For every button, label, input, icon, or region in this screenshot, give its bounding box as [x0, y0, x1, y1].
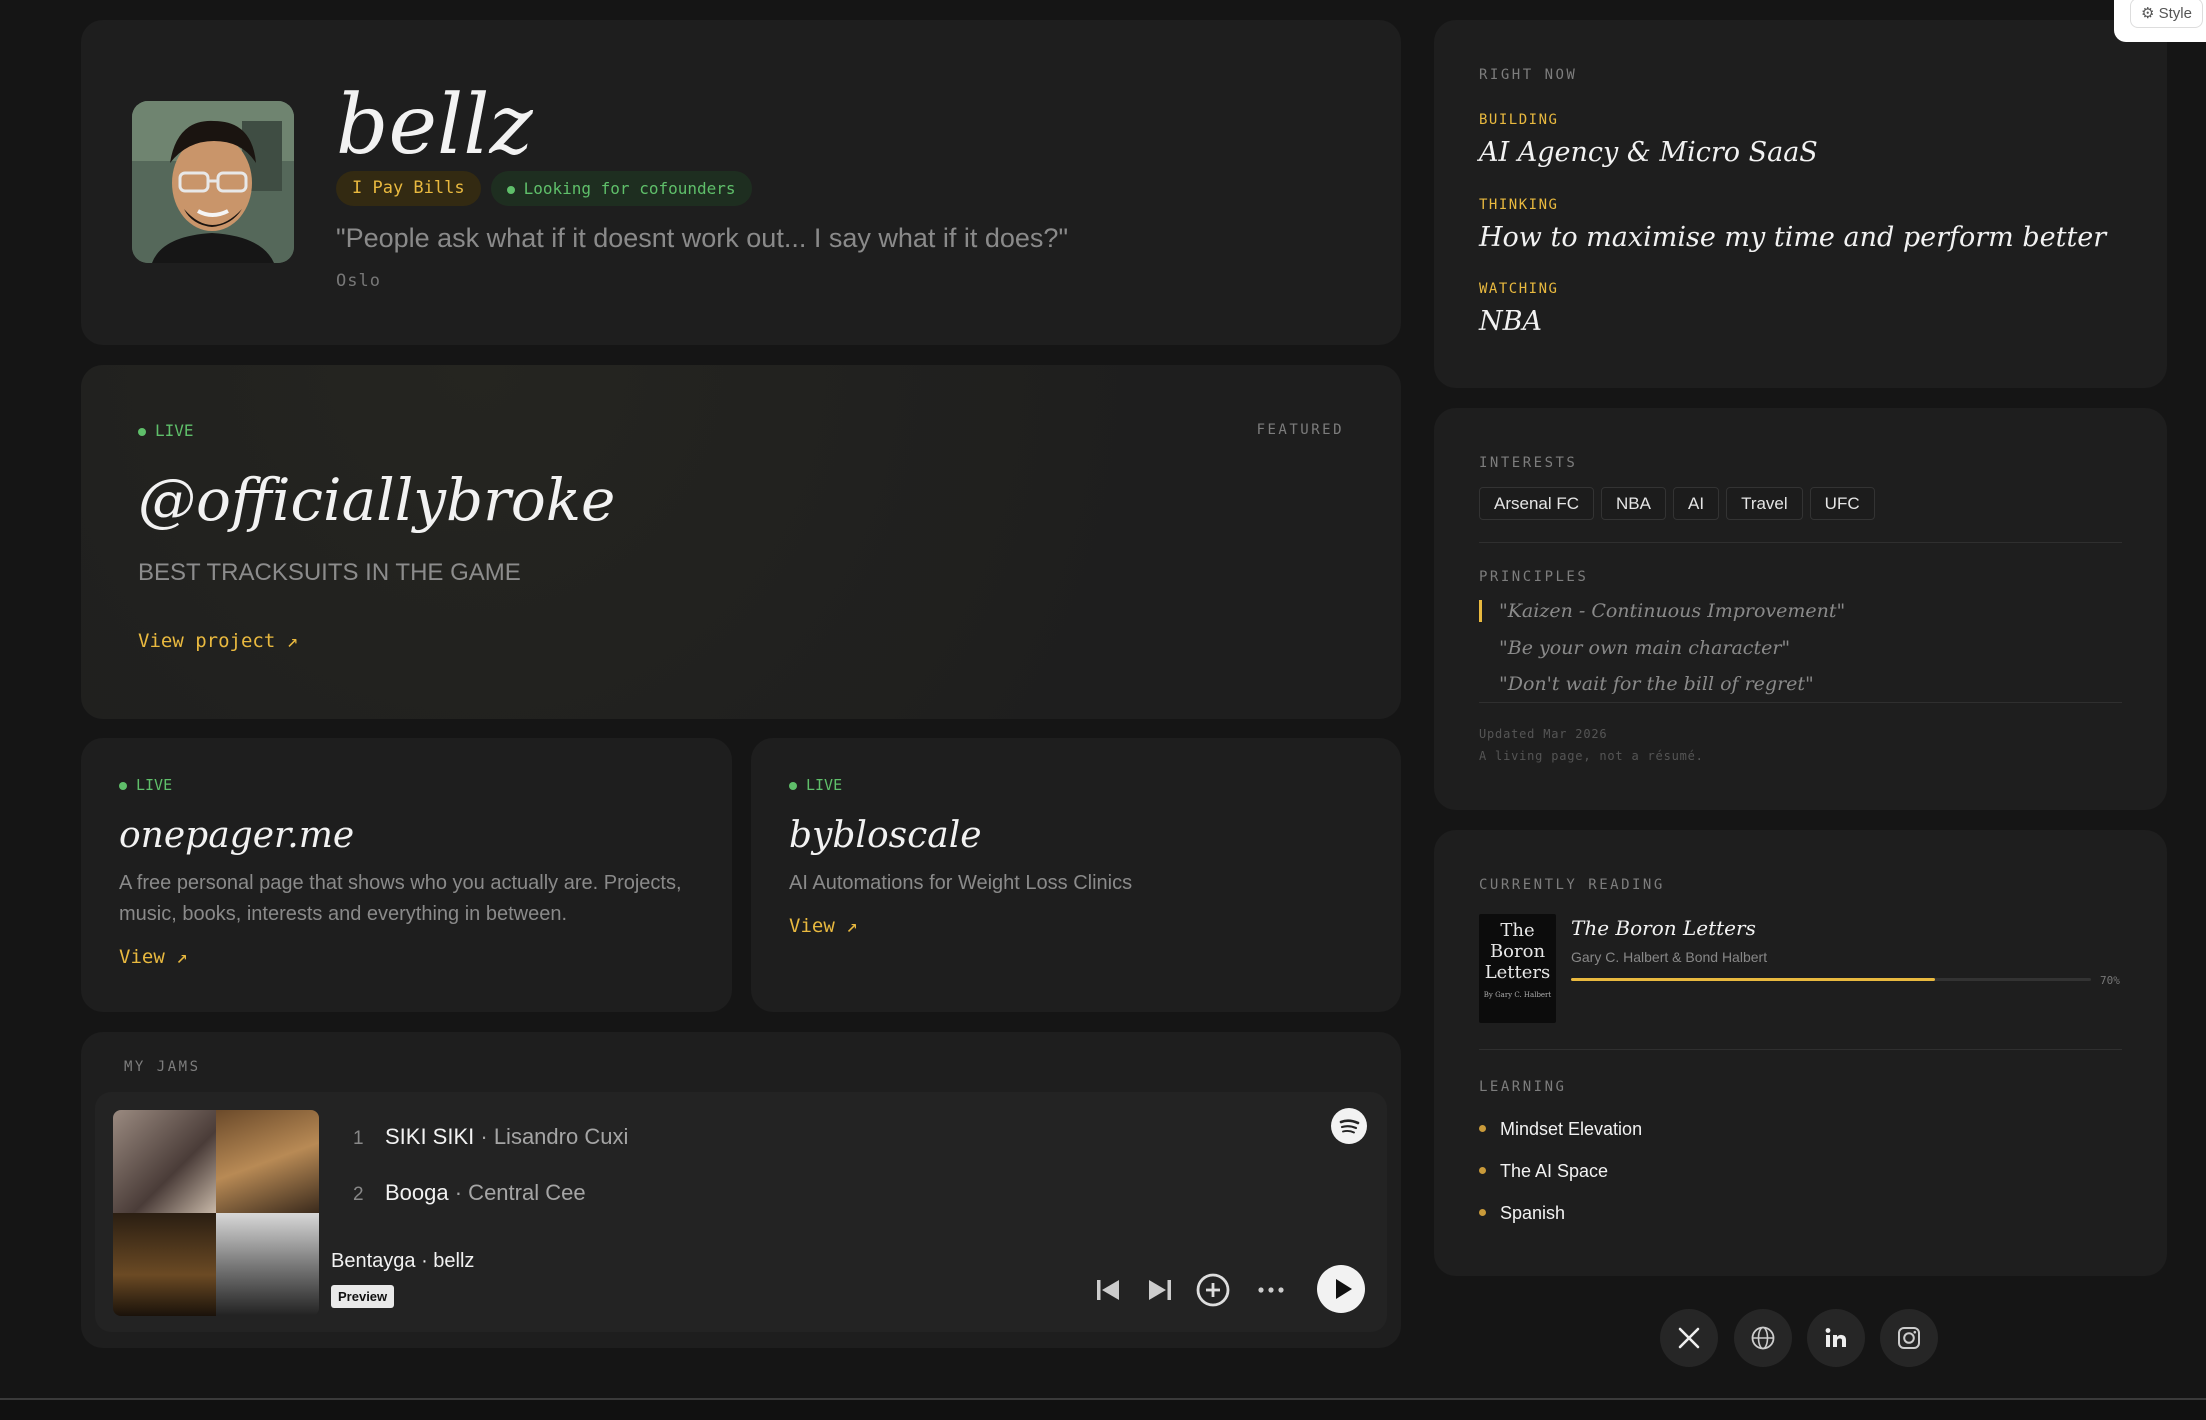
now-playing: Bentayga · bellz: [331, 1250, 475, 1272]
live-label: LIVE: [136, 776, 173, 794]
style-button-container: ⚙ Style: [2114, 0, 2206, 42]
view-project-link[interactable]: View project ↗: [138, 630, 298, 652]
learning-item: The AI Space: [1479, 1161, 1608, 1182]
track-number: 2: [353, 1184, 364, 1205]
add-icon[interactable]: [1195, 1272, 1231, 1313]
featured-label: FEATURED: [1256, 422, 1344, 438]
track-title: Booga: [385, 1180, 449, 1205]
live-label: LIVE: [155, 421, 194, 440]
learning-item: Mindset Elevation: [1479, 1119, 1642, 1140]
featured-project-card: LIVE FEATURED @officiallybroke BEST TRAC…: [81, 365, 1401, 719]
building-value: AI Agency & Micro SaaS: [1479, 137, 1818, 168]
divider: [1479, 1049, 2122, 1050]
project-description: AI Automations for Weight Loss Clinics: [789, 872, 1133, 894]
play-icon[interactable]: [1317, 1265, 1365, 1313]
track-row[interactable]: 1 SIKI SIKI · Lisandro Cuxi: [353, 1124, 628, 1150]
live-status: LIVE: [119, 776, 172, 794]
pay-bills-badge: I Pay Bills: [336, 171, 481, 206]
reading-progress-label: 70%: [2100, 974, 2120, 987]
book-title: The Boron Letters: [1571, 916, 1756, 940]
interests-label: INTERESTS: [1479, 455, 1578, 471]
interest-chip: AI: [1673, 487, 1720, 520]
interest-chip: Arsenal FC: [1479, 487, 1595, 520]
interest-chips: Arsenal FC NBA AI Travel UFC: [1479, 487, 1875, 520]
live-status: LIVE: [789, 776, 842, 794]
right-now-card: RIGHT NOW BUILDING AI Agency & Micro Saa…: [1434, 20, 2167, 388]
watching-value: NBA: [1479, 306, 1542, 337]
project-title: bybloscale: [789, 815, 982, 856]
live-label: LIVE: [806, 776, 843, 794]
divider: [1479, 542, 2122, 543]
preview-badge: Preview: [331, 1285, 395, 1308]
track-artist: · Lisandro Cuxi: [474, 1124, 629, 1149]
interest-chip: NBA: [1601, 487, 1666, 520]
book-author: Gary C. Halbert & Bond Halbert: [1571, 949, 1768, 965]
project-title: onepager.me: [119, 815, 355, 856]
album-art[interactable]: [113, 1110, 319, 1316]
book-cover-author: By Gary C. Halbert: [1483, 991, 1552, 999]
watching-key: WATCHING: [1479, 281, 1559, 297]
spotify-icon[interactable]: [1331, 1108, 1367, 1144]
reading-progress-bar: [1571, 978, 2091, 981]
profile-name: bellz: [336, 78, 533, 173]
live-status: LIVE: [138, 421, 194, 440]
style-button[interactable]: ⚙ Style: [2130, 0, 2203, 28]
live-dot-icon: [138, 427, 146, 436]
track-artist: · Central Cee: [448, 1180, 586, 1205]
featured-tagline: BEST TRACKSUITS IN THE GAME: [138, 559, 521, 586]
learning-item: Spanish: [1479, 1203, 1565, 1224]
avatar: [132, 101, 294, 263]
cofounders-badge: Looking for cofounders: [490, 171, 752, 206]
interests-card: INTERESTS Arsenal FC NBA AI Travel UFC P…: [1434, 408, 2167, 810]
interest-chip: UFC: [1809, 487, 1875, 520]
interest-chip: Travel: [1726, 487, 1803, 520]
learning-label: LEARNING: [1479, 1079, 1567, 1095]
bottom-bar: [0, 1398, 2206, 1420]
instagram-icon[interactable]: [1880, 1309, 1938, 1367]
linkedin-icon[interactable]: [1807, 1309, 1865, 1367]
jams-label: MY JAMS: [124, 1059, 201, 1075]
x-icon[interactable]: [1660, 1309, 1718, 1367]
book-cover: The Boron Letters By Gary C. Halbert: [1479, 914, 1556, 1023]
reading-card: CURRENTLY READING The Boron Letters By G…: [1434, 830, 2167, 1276]
profile-card: bellz I Pay Bills Looking for cofounders…: [81, 20, 1401, 345]
more-icon[interactable]: [1253, 1272, 1289, 1313]
project-card-onepager: LIVE onepager.me A free personal page th…: [81, 738, 732, 1012]
principle-item: "Don't wait for the bill of regret": [1499, 673, 1814, 695]
updated-note: Updated Mar 2026: [1479, 727, 1608, 741]
view-link[interactable]: View ↗: [119, 946, 188, 968]
principles-label: PRINCIPLES: [1479, 569, 1589, 585]
spotify-player: 1 SIKI SIKI · Lisandro Cuxi 2 Booga · Cent…: [95, 1092, 1387, 1332]
skip-back-icon[interactable]: [1095, 1277, 1121, 1308]
my-jams-card: MY JAMS 1 SIKI SIKI · Lisandro Cuxi 2 Boog…: [81, 1032, 1401, 1348]
project-description: A free personal page that shows who you …: [119, 872, 682, 925]
principle-item: "Be your own main character": [1499, 637, 1791, 659]
right-now-label: RIGHT NOW: [1479, 67, 1578, 83]
book-cover-title: The Boron Letters: [1484, 920, 1551, 983]
view-link[interactable]: View ↗: [789, 915, 858, 937]
cofounders-label: Looking for cofounders: [523, 179, 736, 198]
principle-item: "Kaizen - Continuous Improvement": [1479, 600, 1845, 622]
live-dot-icon: [789, 781, 797, 790]
track-title: SIKI SIKI: [385, 1124, 475, 1149]
thinking-key: THINKING: [1479, 197, 1559, 213]
track-row[interactable]: 2 Booga · Central Cee: [353, 1180, 586, 1206]
profile-quote: "People ask what if it doesnt work out..…: [336, 223, 1069, 253]
building-key: BUILDING: [1479, 112, 1559, 128]
live-dot-icon: [119, 781, 127, 790]
skip-forward-icon[interactable]: [1147, 1277, 1173, 1308]
project-card-bybloscale: LIVE bybloscale AI Automations for Weigh…: [751, 738, 1401, 1012]
featured-title: @officiallybroke: [138, 466, 616, 534]
status-dot-icon: [506, 185, 515, 194]
living-page-note: A living page, not a résumé.: [1479, 749, 1704, 763]
reading-progress-fill: [1571, 978, 1935, 981]
profile-location: Oslo: [336, 271, 381, 291]
track-number: 1: [353, 1128, 364, 1149]
globe-icon[interactable]: [1734, 1309, 1792, 1367]
divider: [1479, 702, 2122, 703]
currently-reading-label: CURRENTLY READING: [1479, 877, 1665, 893]
thinking-value: How to maximise my time and perform bett…: [1479, 222, 2107, 253]
